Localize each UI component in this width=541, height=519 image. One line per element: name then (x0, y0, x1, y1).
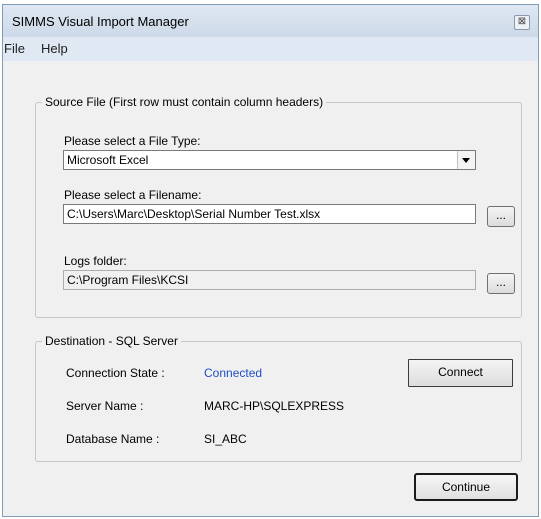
menu-help[interactable]: Help (41, 41, 68, 56)
continue-button[interactable]: Continue (414, 473, 518, 501)
connection-state-label: Connection State : (66, 366, 165, 380)
filename-label: Please select a Filename: (64, 188, 202, 202)
destination-legend: Destination - SQL Server (42, 334, 181, 348)
file-type-label: Please select a File Type: (64, 134, 201, 148)
server-name-label: Server Name : (66, 399, 144, 413)
connect-button[interactable]: Connect (408, 359, 513, 387)
filename-browse-button[interactable]: ... (487, 206, 515, 227)
file-type-value: Microsoft Excel (67, 153, 149, 167)
close-icon[interactable]: ⊠ (514, 15, 530, 30)
database-name-value: SI_ABC (204, 432, 247, 446)
menu-bar: File Help (3, 37, 538, 61)
server-name-value: MARC-HP\SQLEXPRESS (204, 399, 345, 413)
chevron-down-icon[interactable] (457, 151, 475, 169)
database-name-label: Database Name : (66, 432, 160, 446)
filename-input[interactable] (63, 204, 476, 224)
connection-state-value: Connected (204, 366, 263, 380)
window-title: SIMMS Visual Import Manager (12, 14, 189, 29)
file-type-select[interactable]: Microsoft Excel (63, 150, 476, 170)
menu-file[interactable]: File (4, 41, 25, 56)
logs-folder-label: Logs folder: (64, 254, 127, 268)
title-bar[interactable]: SIMMS Visual Import Manager ⊠ (3, 5, 538, 37)
import-manager-window: SIMMS Visual Import Manager ⊠ File Help … (2, 4, 539, 517)
logs-folder-input[interactable] (63, 270, 476, 290)
source-file-legend: Source File (First row must contain colu… (42, 95, 327, 109)
logs-browse-button[interactable]: ... (487, 273, 515, 294)
